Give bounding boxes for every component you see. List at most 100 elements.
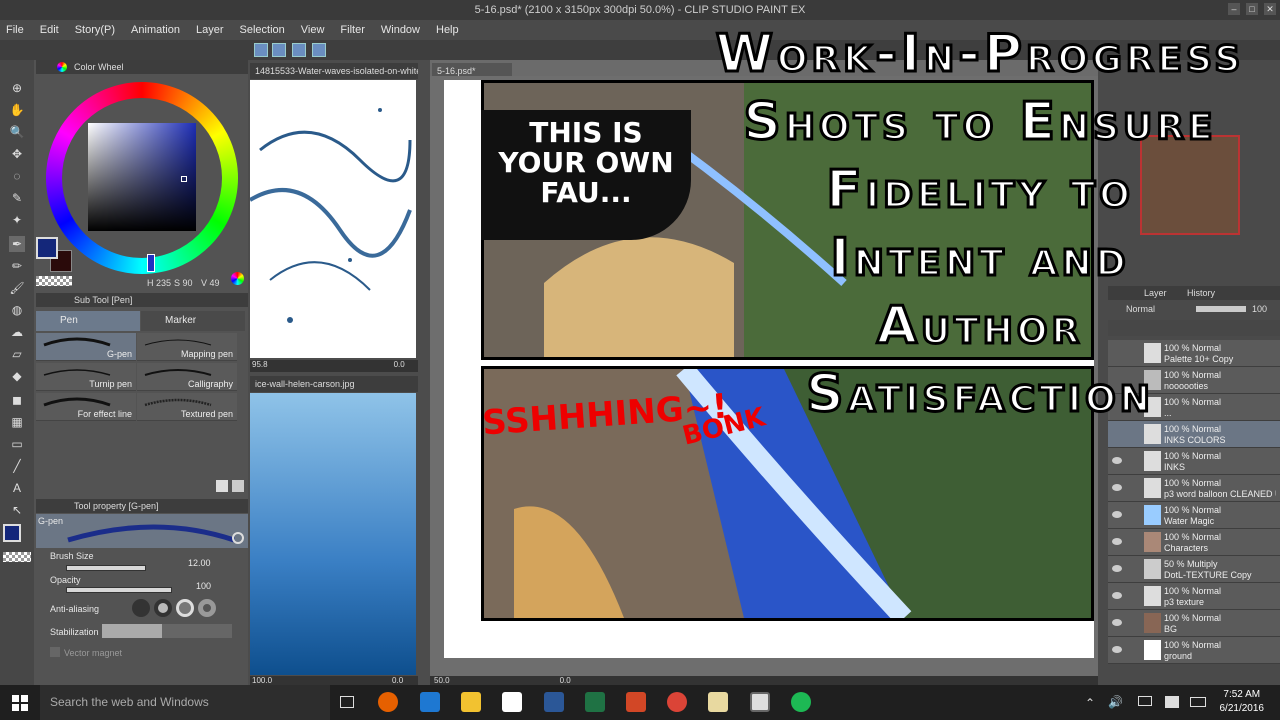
pencil-icon[interactable]: ✏ <box>9 258 25 274</box>
pen-icon[interactable]: ✒ <box>9 236 25 252</box>
hand-icon[interactable]: ✋ <box>9 102 25 118</box>
eye-icon[interactable] <box>1112 619 1122 626</box>
layer-row[interactable]: 100 % Normal Characters <box>1108 529 1280 556</box>
chevron-up-icon[interactable]: ⌃ <box>1085 696 1095 710</box>
brush-effect-line[interactable]: For effect line <box>36 393 136 421</box>
layer-row[interactable]: 100 % Normal ground <box>1108 637 1280 664</box>
word-icon[interactable] <box>544 692 564 712</box>
excel-icon[interactable] <box>585 692 605 712</box>
chrome-icon[interactable] <box>667 692 687 712</box>
main-color-swatch[interactable] <box>3 524 21 542</box>
eye-icon[interactable] <box>1112 511 1122 518</box>
blend-icon[interactable]: ☁ <box>9 324 25 340</box>
color-mode-icon[interactable] <box>231 272 244 285</box>
volume-icon[interactable]: 🔊 <box>1108 695 1123 709</box>
wand-icon[interactable]: ✦ <box>9 212 25 228</box>
layer-row[interactable]: 100 % Normal p3 word balloon CLEANED UP <box>1108 475 1280 502</box>
zoom-icon[interactable]: ⊕ <box>9 80 25 96</box>
layer-row[interactable]: 100 % Normal BG <box>1108 610 1280 637</box>
menu-help[interactable]: Help <box>436 24 459 36</box>
object-icon[interactable]: ↖ <box>9 502 25 518</box>
store-icon[interactable] <box>502 692 522 712</box>
menu-story[interactable]: Story(P) <box>75 24 115 36</box>
eyedropper-icon[interactable]: ✎ <box>9 190 25 206</box>
trash-icon[interactable] <box>232 480 244 492</box>
saturation-value-square[interactable] <box>88 123 196 231</box>
aa-medium-icon[interactable] <box>176 599 194 617</box>
main-color-swatch[interactable] <box>36 237 58 259</box>
color-picker-cursor[interactable] <box>181 176 187 182</box>
network-icon[interactable] <box>1138 696 1152 706</box>
brush-turnip-pen[interactable]: Turnip pen <box>36 363 136 391</box>
menu-filter[interactable]: Filter <box>340 24 364 36</box>
eye-icon[interactable] <box>1112 592 1122 599</box>
search-icon[interactable]: 🔍 <box>9 124 25 140</box>
vector-magnet-checkbox[interactable] <box>50 647 60 657</box>
layer-row[interactable]: 100 % Normal p3 texture <box>1108 583 1280 610</box>
cursor-icon[interactable] <box>312 43 326 57</box>
menu-window[interactable]: Window <box>381 24 420 36</box>
menu-file[interactable]: File <box>6 24 24 36</box>
brush-g-pen[interactable]: G-pen <box>36 333 136 361</box>
hue-slider-handle[interactable] <box>147 254 155 272</box>
keyboard-icon[interactable] <box>1190 697 1206 707</box>
aa-weak-icon[interactable] <box>154 599 172 617</box>
spotify-icon[interactable] <box>791 692 811 712</box>
windows-start-icon[interactable] <box>12 695 28 711</box>
taskbar-search[interactable]: Search the web and Windows <box>40 685 330 720</box>
eye-icon[interactable] <box>1112 565 1122 572</box>
menu-view[interactable]: View <box>301 24 325 36</box>
eraser-icon[interactable]: ▱ <box>9 346 25 362</box>
figure-icon[interactable]: ▭ <box>9 436 25 452</box>
magnifier-icon[interactable] <box>232 532 244 544</box>
eye-icon[interactable] <box>1112 457 1122 464</box>
brush-icon[interactable]: 🖌 <box>9 280 25 296</box>
menu-edit[interactable]: Edit <box>40 24 59 36</box>
layer-row[interactable]: 100 % Normal Water Magic <box>1108 502 1280 529</box>
line-icon[interactable]: ╱ <box>9 458 25 474</box>
firefox-icon[interactable] <box>378 692 398 712</box>
menu-animation[interactable]: Animation <box>131 24 180 36</box>
edge-icon[interactable] <box>420 692 440 712</box>
notes-icon[interactable] <box>708 692 728 712</box>
opacity-slider[interactable] <box>66 587 172 593</box>
menu-selection[interactable]: Selection <box>240 24 285 36</box>
cursor-icon[interactable] <box>254 43 268 57</box>
lasso-icon[interactable]: ◌ <box>9 168 25 184</box>
brush-size-slider[interactable] <box>66 565 146 571</box>
eye-icon[interactable] <box>1112 484 1122 491</box>
taskbar-clock[interactable]: 7:52 AM 6/21/2016 <box>1220 688 1265 716</box>
tab-marker[interactable]: Marker <box>141 311 245 331</box>
powerpoint-icon[interactable] <box>626 692 646 712</box>
minimize-icon[interactable]: – <box>1228 3 1240 15</box>
task-view-icon[interactable] <box>340 696 354 708</box>
transparent-swatch[interactable] <box>36 276 72 286</box>
bucket-icon[interactable]: ◼ <box>9 392 25 408</box>
transparent-swatch[interactable] <box>3 552 31 562</box>
clip-studio-icon[interactable] <box>750 692 770 712</box>
eye-icon[interactable] <box>1112 646 1122 653</box>
new-sub-tool-icon[interactable] <box>216 480 228 492</box>
tab-ice-reference[interactable]: ice-wall-helen-carson.jpg <box>250 376 418 392</box>
layer-row[interactable]: 50 % Multiply DotL-TEXTURE Copy <box>1108 556 1280 583</box>
airbrush-icon[interactable]: ◍ <box>9 302 25 318</box>
cursor-icon[interactable] <box>272 43 286 57</box>
brush-textured-pen[interactable]: Textured pen <box>137 393 237 421</box>
fill-icon[interactable]: ◆ <box>9 368 25 384</box>
close-icon[interactable]: ✕ <box>1264 3 1276 15</box>
tab-pen[interactable]: Pen <box>36 311 140 331</box>
cursor-icon[interactable] <box>292 43 306 57</box>
aa-strong-icon[interactable] <box>198 599 216 617</box>
notifications-icon[interactable] <box>1165 696 1179 708</box>
layer-row[interactable]: 100 % Normal INKS <box>1108 448 1280 475</box>
eye-icon[interactable] <box>1112 538 1122 545</box>
brush-mapping-pen[interactable]: Mapping pen <box>137 333 237 361</box>
aa-none-icon[interactable] <box>132 599 150 617</box>
text-icon[interactable]: A <box>9 480 25 496</box>
gradient-icon[interactable]: ▦ <box>9 414 25 430</box>
move-icon[interactable]: ✥ <box>9 146 25 162</box>
file-explorer-icon[interactable] <box>461 692 481 712</box>
brush-calligraphy[interactable]: Calligraphy <box>137 363 237 391</box>
menu-layer[interactable]: Layer <box>196 24 224 36</box>
tab-water-reference[interactable]: 14815533-Water-waves-isolated-on-white- <box>250 63 418 79</box>
